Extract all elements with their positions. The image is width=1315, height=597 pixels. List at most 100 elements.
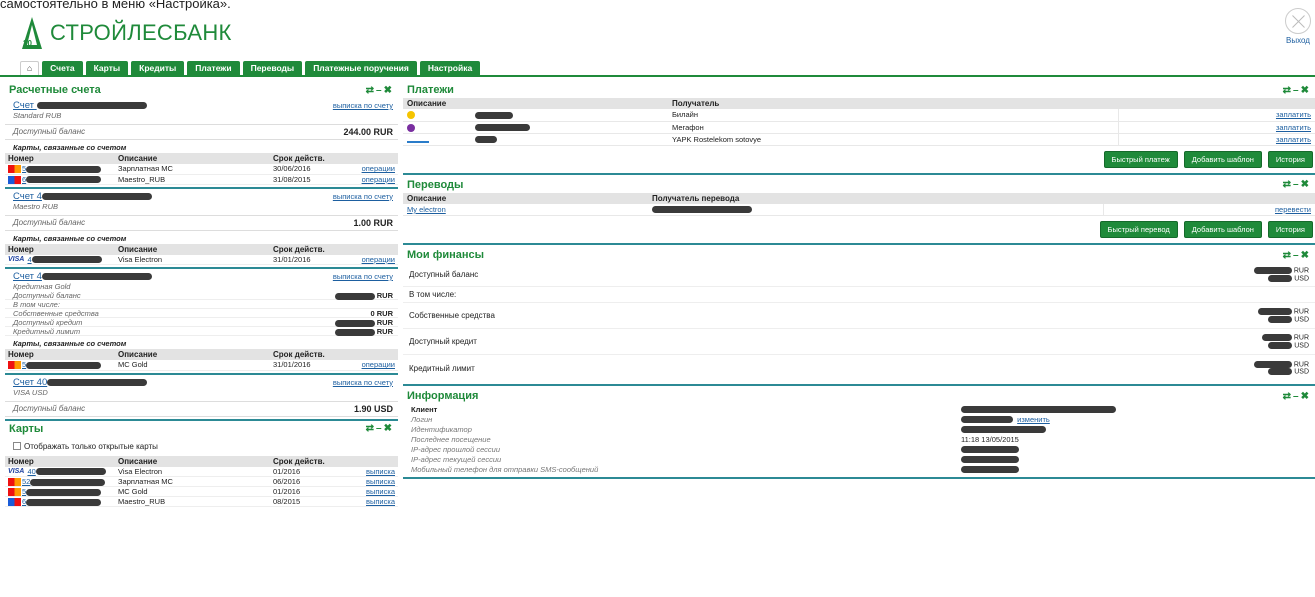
history-button[interactable]: История — [1267, 221, 1313, 239]
info-row: Клиент — [403, 404, 1315, 414]
linked-cards-table: Номер Описание Срок действ. 5 Зарплатная MC… — [5, 153, 398, 185]
transfer-template-link[interactable]: My electron — [407, 205, 446, 214]
account-link[interactable]: Счет 4 — [13, 271, 152, 282]
minimize-icon[interactable]: – — [1293, 85, 1301, 96]
table-row: 5 MC Gold 01/2016 выписка — [5, 486, 398, 498]
account-block: Счет 4 выписка по счету Кредитная Gold Д… — [5, 269, 398, 375]
pay-link[interactable]: заплатить — [1276, 110, 1311, 119]
detail-row: В том числе: — [5, 300, 398, 310]
table-row: 5 Зарплатная MC 30/06/2016 операции — [5, 164, 398, 175]
info-row: Мобильный телефон для отправки SMS-сообщ… — [403, 464, 1315, 474]
operations-link[interactable]: операции — [362, 175, 395, 184]
finance-panel: Мои финансы ⇄–✖ Доступный баланс RUR USD… — [403, 247, 1315, 387]
minimize-icon[interactable]: – — [1293, 250, 1301, 261]
checkbox[interactable] — [13, 442, 21, 451]
finance-row: Доступный баланс RUR USD — [403, 263, 1315, 288]
detail-row: Доступный кредит RUR — [5, 318, 398, 328]
statement-link[interactable]: выписка по счету — [333, 378, 393, 387]
minimize-icon[interactable]: – — [376, 85, 384, 96]
account-block: Счет 4 выписка по счету Maestro RUB Дост… — [5, 189, 398, 270]
quick-transfer-button[interactable]: Быстрый перевод — [1099, 221, 1178, 239]
accounts-panel-title: Расчетные счета — [9, 84, 101, 96]
beeline-icon — [407, 111, 415, 120]
cards-panel-header: Карты ⇄–✖ — [5, 421, 398, 437]
add-template-button[interactable]: Добавить шаблон — [1183, 150, 1262, 168]
refresh-icon[interactable]: ⇄ — [1283, 250, 1293, 261]
page-caption: самостоятельно в меню «Настройка». — [0, 0, 231, 11]
statement-link[interactable]: выписка — [366, 487, 395, 496]
close-icon[interactable]: ✖ — [384, 85, 394, 96]
left-column: Расчетные счета ⇄–✖ Счет выписка по счет… — [5, 82, 398, 508]
close-icon[interactable]: ✖ — [1301, 391, 1311, 402]
linked-cards-title: Карты, связанные со счетом — [13, 143, 127, 152]
table-row: My electron перевести — [403, 203, 1315, 217]
balance-row: Доступный баланс 244.00 RUR — [5, 124, 398, 140]
tab-settings[interactable]: Настройка — [419, 61, 481, 75]
tab-home[interactable]: ⌂ — [20, 61, 40, 75]
operations-link[interactable]: операции — [362, 360, 395, 369]
open-cards-filter[interactable]: Отображать только открытые карты — [5, 437, 398, 456]
account-block: Счет выписка по счету Standard RUB Досту… — [5, 98, 398, 189]
home-icon: ⌂ — [27, 63, 33, 73]
info-row: IP-адрес текущей сессии — [403, 454, 1315, 464]
refresh-icon[interactable]: ⇄ — [1283, 391, 1293, 402]
statement-link[interactable]: выписка по счету — [333, 101, 393, 110]
statement-link[interactable]: выписка — [366, 477, 395, 486]
tab-transfers[interactable]: Переводы — [242, 61, 303, 75]
refresh-icon[interactable]: ⇄ — [366, 423, 376, 434]
tab-accounts[interactable]: Счета — [42, 61, 83, 75]
history-button[interactable]: История — [1267, 150, 1313, 168]
table-row: 6 Maestro_RUB 08/2015 выписка — [5, 496, 398, 508]
refresh-icon[interactable]: ⇄ — [1283, 179, 1293, 190]
transfers-panel: Переводы ⇄–✖ Описание Получатель перевода… — [403, 177, 1315, 246]
tab-payment-orders[interactable]: Платежные поручения — [305, 61, 417, 75]
account-link[interactable]: Счет 40 — [13, 377, 148, 388]
quick-payment-button[interactable]: Быстрый платеж — [1103, 150, 1178, 168]
minimize-icon[interactable]: – — [1293, 391, 1301, 402]
statement-link[interactable]: выписка по счету — [333, 272, 393, 281]
balance-value: 1.00 RUR — [353, 217, 393, 228]
statement-link[interactable]: выписка — [366, 467, 395, 476]
add-template-button[interactable]: Добавить шаблон — [1183, 221, 1262, 239]
close-icon[interactable]: ✖ — [1301, 85, 1311, 96]
refresh-icon[interactable]: ⇄ — [366, 85, 376, 96]
tab-credits[interactable]: Кредиты — [131, 61, 185, 75]
pay-link[interactable]: заплатить — [1276, 123, 1311, 132]
detail-row: Кредитный лимит RUR — [5, 327, 398, 337]
statement-link[interactable]: выписка — [366, 497, 395, 506]
main-nav: ⌂ Счета Карты Кредиты Платежи Переводы П… — [20, 61, 481, 75]
balance-value: 244.00 RUR — [343, 127, 393, 137]
account-link[interactable]: Счет — [13, 100, 147, 111]
close-icon[interactable]: ✖ — [384, 423, 394, 434]
operations-link[interactable]: операции — [362, 255, 395, 264]
rostelecom-icon — [407, 137, 429, 143]
statement-link[interactable]: выписка по счету — [333, 192, 393, 201]
minimize-icon[interactable]: – — [1293, 179, 1301, 190]
tab-cards[interactable]: Карты — [85, 61, 129, 75]
table-row: 6 Maestro_RUB 31/08/2015 операции — [5, 174, 398, 185]
info-panel-title: Информация — [407, 390, 479, 403]
finance-row: Доступный кредит RUR USD — [403, 329, 1315, 356]
refresh-icon[interactable]: ⇄ — [1283, 85, 1293, 96]
minimize-icon[interactable]: – — [376, 423, 384, 434]
operations-link[interactable]: операции — [362, 164, 395, 173]
exit-button[interactable]: Выход — [1283, 8, 1313, 45]
bank-name: СТРОЙЛЕСБАНК — [50, 20, 232, 45]
account-link[interactable]: Счет 4 — [13, 191, 152, 202]
tab-payments[interactable]: Платежи — [187, 61, 240, 75]
close-icon[interactable]: ✖ — [1301, 250, 1311, 261]
transfer-link[interactable]: перевести — [1275, 205, 1311, 214]
table-row: 52 Зарплатная MC 06/2016 выписка — [5, 476, 398, 488]
close-icon[interactable]: ✖ — [1301, 179, 1311, 190]
info-row: Последнее посещение 11:18 13/05/2015 — [411, 434, 1019, 444]
cards-table: Номер Описание Срок действ. VISA 40 Visa El… — [5, 455, 398, 508]
pay-link[interactable]: заплатить — [1276, 135, 1311, 144]
mastercard-icon — [8, 488, 21, 497]
change-login-link[interactable]: изменить — [1017, 415, 1050, 424]
info-row: Логин изменить — [411, 414, 1050, 424]
bank-logo[interactable]: 20 СТРОЙЛЕСБАНК — [18, 14, 232, 52]
finance-row: Собственные средства RUR USD — [403, 303, 1315, 330]
payments-panel: Платежи ⇄–✖ Описание Получатель Билайн зап… — [403, 82, 1315, 175]
maestro-icon — [8, 175, 21, 184]
balance-row: Доступный баланс 1.00 RUR — [5, 214, 398, 231]
